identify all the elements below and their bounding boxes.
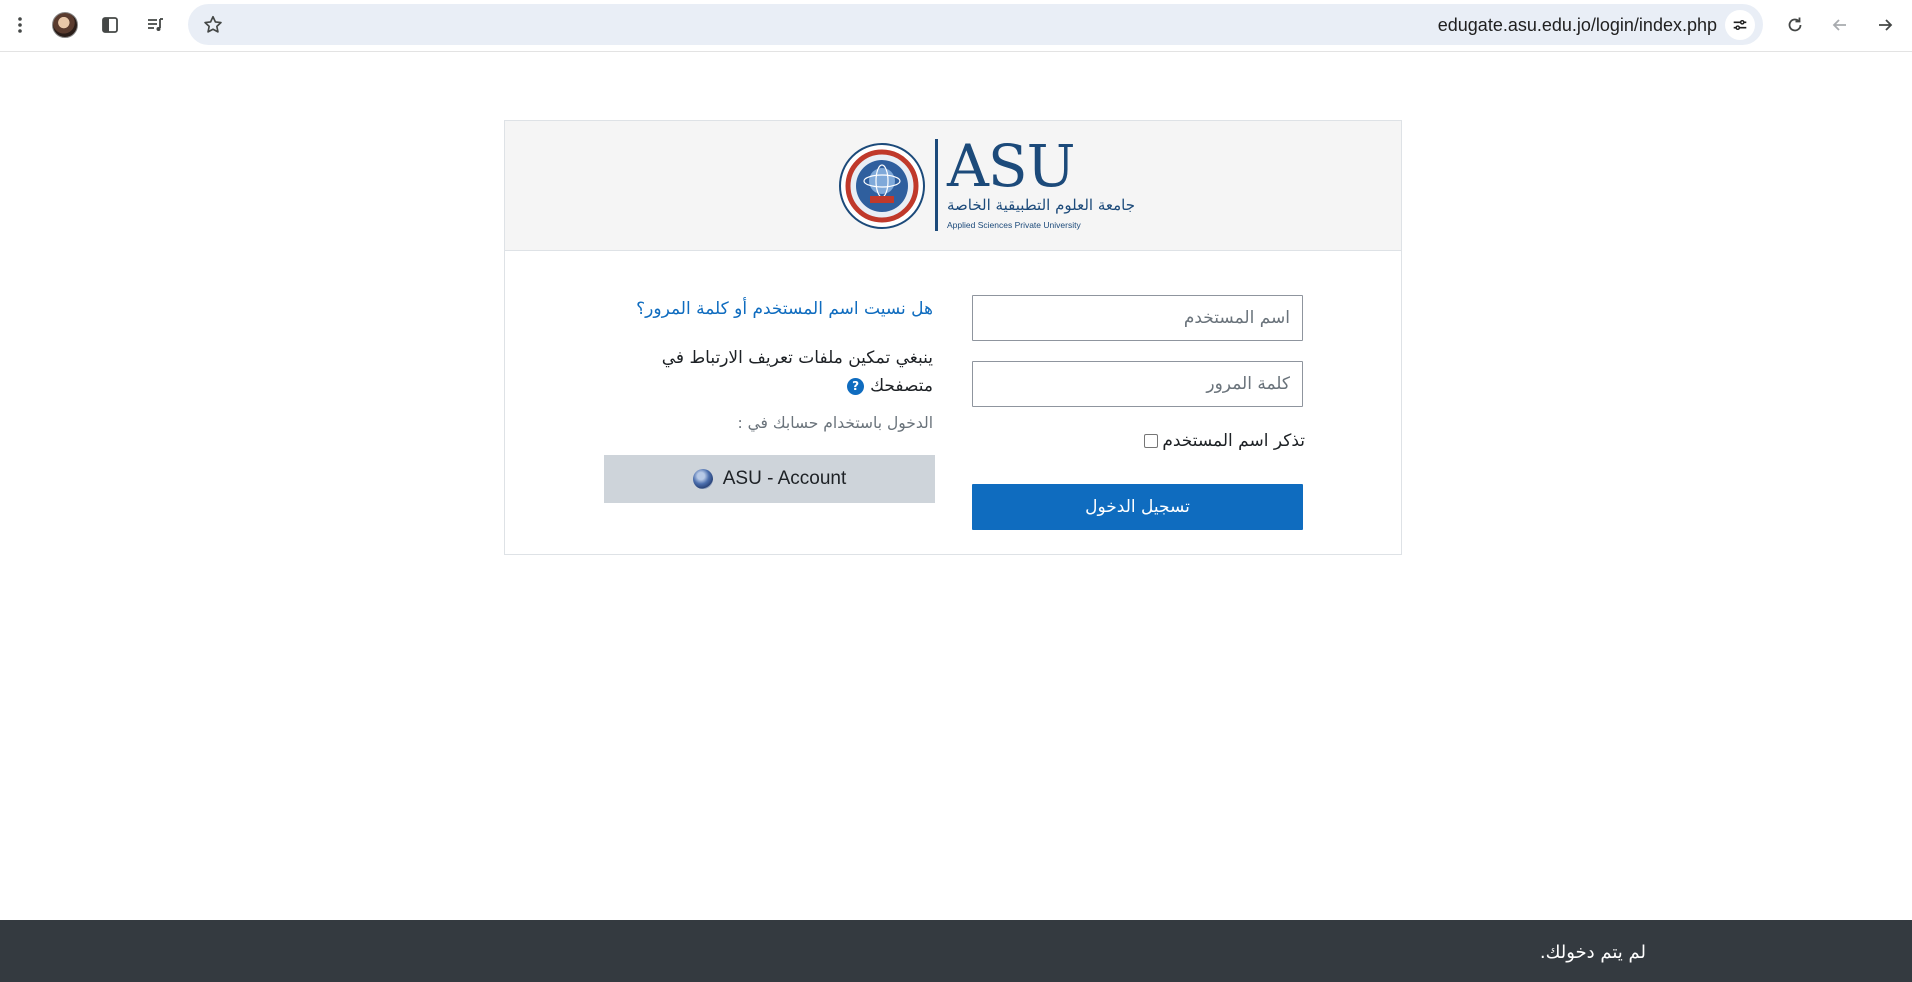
password-input[interactable] [972,361,1303,407]
remember-username[interactable]: تذكر اسم المستخدم [1144,429,1305,453]
cookies-notice: ينبغي تمكين ملفات تعريف الارتباط في متصف… [613,344,933,400]
browser-toolbar: edugate.asu.edu.jo/login/index.php [0,0,1912,52]
help-icon[interactable]: ? [847,377,865,395]
forward-icon[interactable] [1869,9,1901,41]
asu-account-sso-button[interactable]: ASU - Account [604,455,935,503]
username-input[interactable] [972,295,1303,341]
profile-avatar[interactable] [52,12,78,38]
side-panel-icon[interactable] [94,9,126,41]
logo-divider [935,139,938,231]
logo-arabic-name: جامعة العلوم التطبيقية الخاصة [947,196,1135,214]
login-card: ASU جامعة العلوم التطبيقية الخاصة Applie… [504,120,1402,555]
reading-list-icon[interactable] [139,9,171,41]
asu-account-icon [692,469,713,489]
sso-button-label: ASU - Account [722,468,847,489]
login-card-header: ASU جامعة العلوم التطبيقية الخاصة Applie… [505,121,1401,251]
login-button[interactable]: تسجيل الدخول [972,484,1303,530]
login-status-text: لم يتم دخولك. [1539,942,1646,963]
logo-wordmark: ASU [947,132,1075,200]
url-text[interactable]: edugate.asu.edu.jo/login/index.php [1438,15,1717,36]
back-icon[interactable] [1824,9,1856,41]
forgot-password-link[interactable]: هل نسيت اسم المستخدم أو كلمة المرور؟ [636,299,933,319]
cookies-notice-text: ينبغي تمكين ملفات تعريف الارتباط في متصف… [661,348,933,396]
bookmark-star-icon[interactable] [202,14,224,36]
reload-icon[interactable] [1779,9,1811,41]
site-settings-icon[interactable] [1725,10,1755,40]
page-footer: لم يتم دخولك. [0,920,1912,982]
login-via-label: الدخول باستخدام حسابك في : [737,414,933,432]
remember-username-label[interactable]: تذكر اسم المستخدم [1162,431,1305,451]
logo-english-name: Applied Sciences Private University [947,220,1081,230]
address-bar[interactable]: edugate.asu.edu.jo/login/index.php [188,4,1763,45]
remember-username-checkbox[interactable] [1144,434,1159,448]
university-seal-icon [839,143,925,229]
more-vert-icon[interactable] [4,9,36,41]
university-logo: ASU جامعة العلوم التطبيقية الخاصة Applie… [835,132,1135,235]
